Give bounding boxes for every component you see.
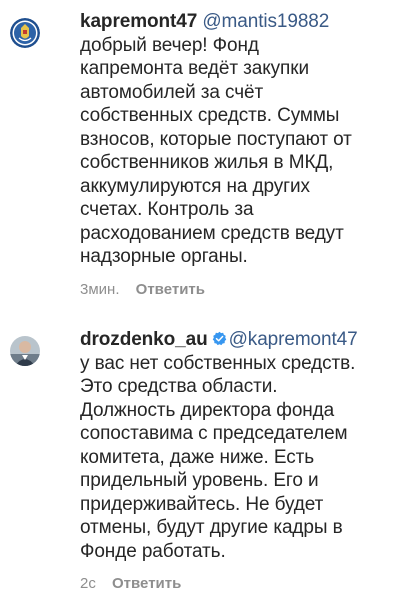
comment-time: 2с [80,575,96,592]
avatar[interactable] [10,336,40,366]
comment-body: drozdenko_au @kapremont47 у вас нет собст… [80,328,392,592]
comment-text: у вас нет собственных средств. Это средс… [80,352,356,562]
reply-button[interactable]: Ответить [136,281,205,298]
comment-mention[interactable]: @mantis19882 [202,11,329,32]
reply-button[interactable]: Ответить [112,575,181,592]
comment-meta: 3мин. Ответить [80,281,392,298]
comment-list: kapremont47 @mantis19882 добрый вечер! Ф… [0,0,400,615]
comment-text-block: drozdenko_au @kapremont47 у вас нет собст… [80,328,392,563]
comment-text: добрый вечер! Фонд капремонта ведёт заку… [80,34,352,268]
comment-text-block: kapremont47 @mantis19882 добрый вечер! Ф… [80,10,392,269]
comment-mention[interactable]: @kapremont47 [229,329,358,350]
comment-username[interactable]: kapremont47 [80,11,197,32]
user-photo-icon [10,336,40,366]
comment-username[interactable]: drozdenko_au [80,329,208,350]
comment-time: 3мин. [80,280,120,298]
comment-meta: 2с Ответить [80,575,392,592]
comment-body: kapremont47 @mantis19882 добрый вечер! Ф… [80,10,392,298]
verified-badge-icon [212,331,226,346]
avatar[interactable] [10,18,40,48]
regional-emblem-icon [10,18,40,48]
